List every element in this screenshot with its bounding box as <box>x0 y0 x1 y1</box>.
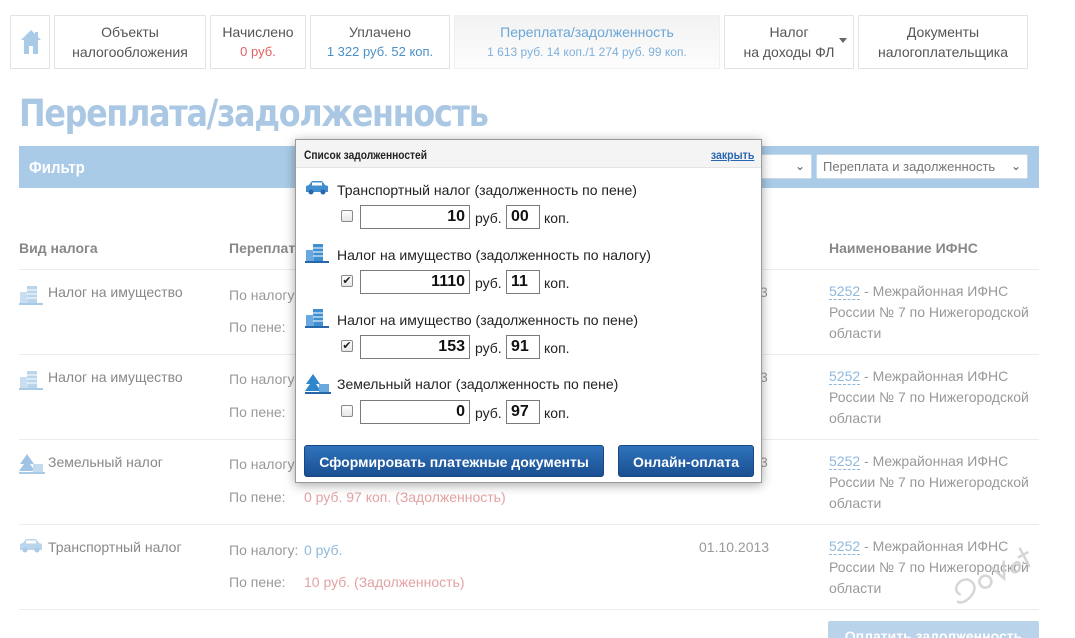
filter-select-1[interactable]: ⌄ <box>759 154 812 179</box>
tab-objects[interactable]: Объекты налогообложения <box>54 15 206 69</box>
kop-label: коп. <box>544 275 570 291</box>
header-tax-type: Вид налога <box>19 240 98 256</box>
tab-paid[interactable]: Уплачено 1 322 руб. 52 коп. <box>310 15 450 69</box>
label-by-fine: По пене: <box>229 574 286 590</box>
label-by-tax: По налогу: <box>229 287 299 303</box>
debt-item-checkbox[interactable] <box>341 210 353 222</box>
modal-close-link[interactable]: закрыть <box>711 148 754 162</box>
debt-item-checkbox[interactable]: ✔ <box>341 275 353 287</box>
home-icon <box>21 30 41 54</box>
building-icon <box>305 309 329 328</box>
fine-value: 10 руб. (Задолженность) <box>304 574 465 590</box>
label-by-fine: По пене: <box>229 489 286 505</box>
building-icon <box>305 244 329 263</box>
tab-accrued-label: Начислено <box>222 24 294 40</box>
debt-item-title: Транспортный налог (задолженность по пен… <box>337 182 637 198</box>
tab-paid-value: 1 322 руб. 52 коп. <box>326 44 434 59</box>
fine-value: 0 руб. 97 коп. (Задолженность) <box>304 489 506 505</box>
chevron-down-icon: ⌄ <box>1010 159 1021 173</box>
kop-amount-input[interactable] <box>506 400 540 424</box>
kop-amount-input[interactable] <box>506 335 540 359</box>
debt-item-checkbox[interactable]: ✔ <box>341 340 353 352</box>
debt-item-title: Земельный налог (задолженность по пене) <box>337 376 619 392</box>
rub-amount-input[interactable] <box>360 400 470 424</box>
debt-item-checkbox[interactable] <box>341 405 353 417</box>
modal-header: Список задолженностей закрыть <box>296 140 761 168</box>
tab-income-label: Налог <box>769 24 809 40</box>
kop-label: коп. <box>544 210 570 226</box>
ifns-name: 5252 - Межрайонная ИФНС России № 7 по Ни… <box>829 451 1029 514</box>
tab-income-tax[interactable]: Налог на доходы ФЛ <box>724 15 854 69</box>
building-icon <box>19 286 43 305</box>
debt-item-title: Налог на имущество (задолженность по пен… <box>337 312 639 328</box>
rub-label: руб. <box>475 275 502 291</box>
kop-amount-input[interactable] <box>506 205 540 229</box>
tax-name: Налог на имущество <box>48 369 183 385</box>
tax-value: 0 руб. <box>304 542 343 558</box>
tab-accrued-value: 0 руб. <box>240 44 276 59</box>
rub-label: руб. <box>475 210 502 226</box>
tab-objects-label: Объекты <box>101 24 159 40</box>
rub-amount-input[interactable] <box>360 270 470 294</box>
ifns-name: 5252 - Межрайонная ИФНС России № 7 по Ни… <box>829 281 1029 344</box>
pay-debt-button[interactable]: Оплатить задолженность <box>828 621 1039 638</box>
debt-item-title: Налог на имущество (задолженность по нал… <box>337 247 651 263</box>
filter-select-type[interactable]: Переплата и задолженность ⌄ <box>816 154 1028 179</box>
header-overpay: Переплата <box>229 240 303 256</box>
car-icon <box>306 181 328 195</box>
label-by-fine: По пене: <box>229 404 286 420</box>
debts-modal: Список задолженностей закрыть Транспортн… <box>295 139 762 483</box>
trees-icon <box>305 374 331 394</box>
chevron-down-icon: ⌄ <box>794 159 805 173</box>
generate-documents-button[interactable]: Сформировать платежные документы <box>304 445 604 477</box>
tab-home[interactable] <box>10 15 50 69</box>
tab-overpay-value: 1 613 руб. 14 коп./1 274 руб. 99 коп. <box>487 45 687 59</box>
modal-title: Список задолженностей <box>304 148 427 162</box>
rub-amount-input[interactable] <box>360 335 470 359</box>
row-divider <box>19 524 1039 525</box>
trees-icon <box>19 454 45 474</box>
ifns-code-link[interactable]: 5252 <box>829 538 861 555</box>
tab-documents[interactable]: Документы налогоплательщика <box>858 15 1028 69</box>
filter-select-type-value: Переплата и задолженность <box>823 159 996 174</box>
tab-paid-label: Уплачено <box>348 24 412 40</box>
tab-overpay-label: Переплата/задолженность <box>500 24 674 40</box>
label-by-fine: По пене: <box>229 319 286 335</box>
tax-name: Налог на имущество <box>48 284 183 300</box>
tab-documents-label: Документы <box>906 24 980 40</box>
kop-label: коп. <box>544 405 570 421</box>
ifns-name: 5252 - Межрайонная ИФНС России № 7 по Ни… <box>829 366 1029 429</box>
filter-title: Фильтр <box>29 158 85 177</box>
tab-income-label-2: на доходы ФЛ <box>743 44 835 60</box>
tax-name: Транспортный налог <box>48 539 182 555</box>
tab-overpay-debt[interactable]: Переплата/задолженность 1 613 руб. 14 ко… <box>454 15 720 69</box>
ifns-code-link[interactable]: 5252 <box>829 368 861 385</box>
tab-objects-label-2: налогообложения <box>72 44 188 60</box>
row-divider <box>19 609 1039 610</box>
date-value: 01.10.2013 <box>699 539 770 555</box>
header-ifns: Наименование ИФНС <box>829 240 978 256</box>
building-icon <box>19 371 43 390</box>
ifns-code-link[interactable]: 5252 <box>829 453 861 470</box>
label-by-tax: По налогу: <box>229 542 299 558</box>
label-by-tax: По налогу <box>229 456 295 472</box>
rub-amount-input[interactable] <box>360 205 470 229</box>
kop-amount-input[interactable] <box>506 270 540 294</box>
kop-label: коп. <box>544 340 570 356</box>
tax-name: Земельный налог <box>48 454 163 470</box>
rub-label: руб. <box>475 405 502 421</box>
online-payment-button[interactable]: Онлайн-оплата <box>618 445 754 477</box>
label-by-tax: По налогу <box>229 371 295 387</box>
chevron-down-icon <box>839 38 847 43</box>
tab-accrued[interactable]: Начислено 0 руб. <box>210 15 306 69</box>
watermark-logo <box>954 547 1031 604</box>
tab-documents-label-2: налогоплательщика <box>877 44 1009 60</box>
page-title: Переплата/задолженность <box>19 92 489 135</box>
ifns-code-link[interactable]: 5252 <box>829 283 861 300</box>
rub-label: руб. <box>475 340 502 356</box>
car-icon <box>20 539 42 553</box>
